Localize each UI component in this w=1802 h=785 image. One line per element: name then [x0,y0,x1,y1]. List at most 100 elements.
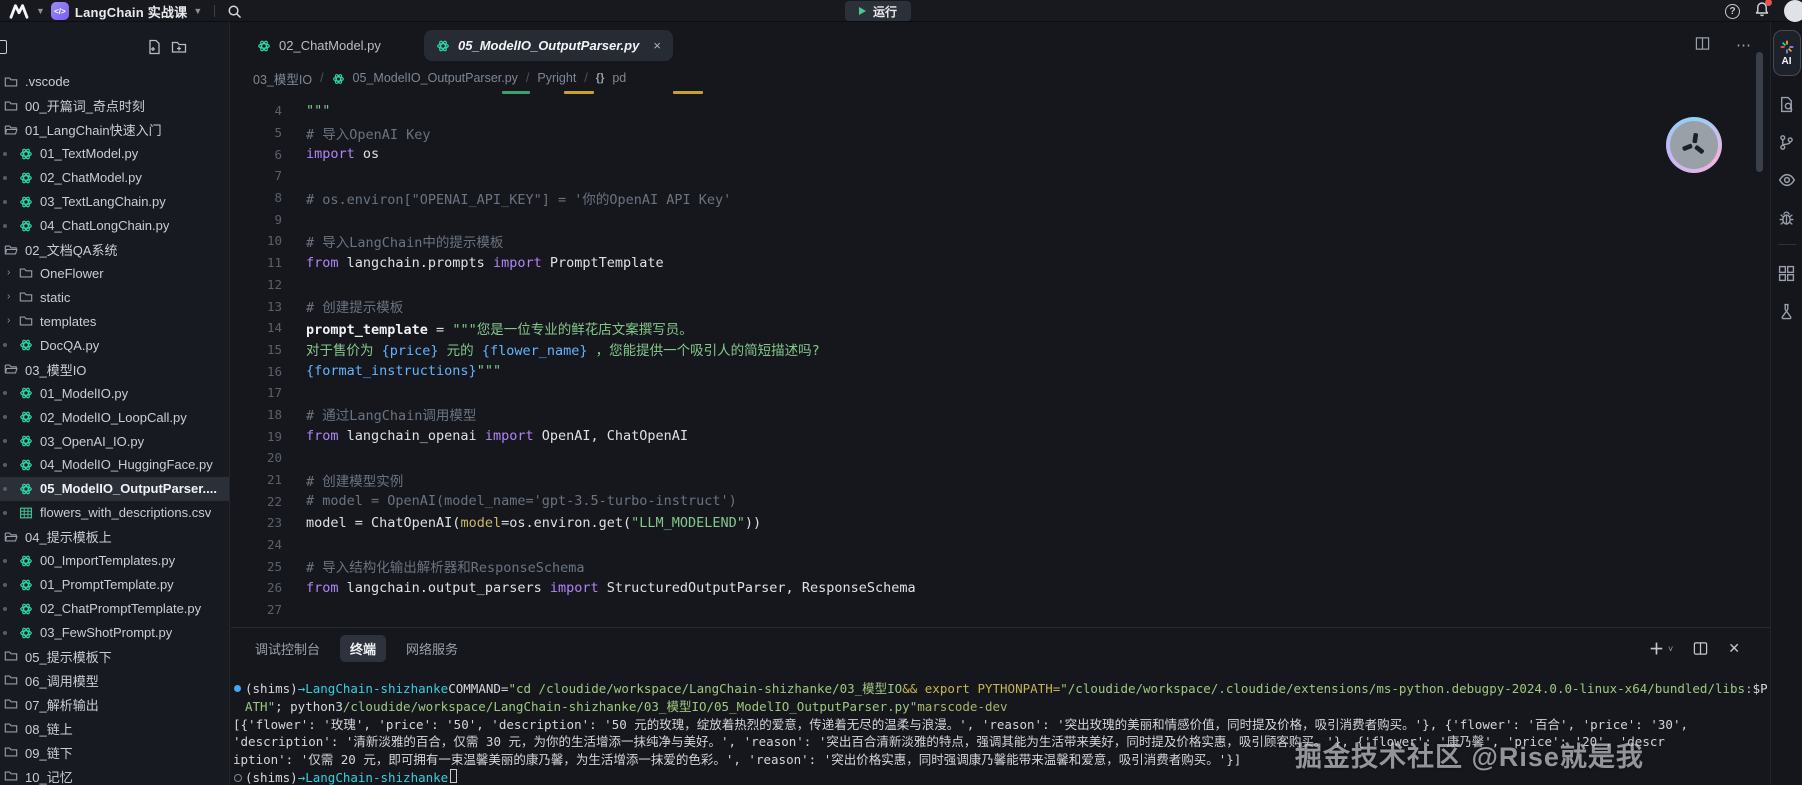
explorer-file[interactable]: 02_ChatModel.py [0,166,230,190]
split-panel-icon[interactable] [1693,641,1708,656]
chevron-right-icon[interactable]: › [7,268,10,278]
code-line[interactable]: 15对于售价为 {price} 元的 {flower_name} ，您能提供一个… [231,339,1770,361]
sidebar-item-extensions[interactable] [1777,263,1797,283]
code-viewport[interactable]: 4"""5# 导入OpenAI Key6import os78# os.envi… [231,88,1770,627]
editor-tab[interactable]: 02_ChatModel.py [245,30,393,61]
more-actions-icon[interactable]: ⋯ [1736,36,1752,54]
explorer-folder[interactable]: 04_提示模板上 [0,525,230,549]
run-button[interactable]: 运行 [845,1,911,21]
explorer-folder[interactable]: 01_LangChain快速入门 [0,118,230,142]
explorer-folder[interactable]: ›OneFlower [0,262,230,286]
explorer-folder[interactable]: ›static [0,285,230,309]
code-line[interactable]: 4""" [231,100,1770,122]
chevron-down-icon[interactable]: ▼ [193,6,202,16]
split-editor-icon[interactable] [1695,36,1710,51]
explorer-file[interactable]: 01_TextModel.py [0,142,230,166]
code-line[interactable]: 22# model = OpenAI(model_name='gpt-3.5-t… [231,490,1770,512]
explorer-folder[interactable]: 02_文档QA系统 [0,238,230,262]
code-line[interactable]: 11from langchain.prompts import PromptTe… [231,252,1770,274]
code-line[interactable]: 26from langchain.output_parsers import S… [231,577,1770,599]
explorer-file[interactable]: 04_ChatLongChain.py [0,214,230,238]
code-line[interactable]: 6import os [231,143,1770,165]
code-line[interactable]: 18# 通过LangChain调用模型 [231,404,1770,426]
sidebar-item-debug[interactable] [1777,208,1797,228]
explorer-file[interactable]: 02_ChatPromptTemplate.py [0,597,230,621]
code-line[interactable]: 8# os.environ["OPENAI_API_KEY"] = '你的Ope… [231,187,1770,209]
editor-tab[interactable]: 05_ModelIO_OutputParser.py× [424,30,673,61]
explorer-item-label: 01_TextModel.py [40,146,138,161]
avatar[interactable] [1784,0,1802,22]
code-line[interactable]: 13# 创建提示模板 [231,295,1770,317]
line-number: 27 [231,602,282,617]
sidebar-item-file-search[interactable] [1777,94,1797,114]
breadcrumb-item[interactable]: 03_模型IO [253,69,312,88]
sidebar-item-source-control[interactable] [1777,132,1797,152]
line-number: 12 [231,277,282,292]
explorer-file[interactable]: 01_PromptTemplate.py [0,573,230,597]
breadcrumb-item[interactable]: Pyright [537,71,576,85]
code-line[interactable]: 7 [231,165,1770,187]
workspace-badge-icon[interactable]: </> [51,2,69,20]
close-icon[interactable]: × [653,38,661,53]
search-icon[interactable] [227,4,242,19]
chevron-right-icon[interactable]: › [7,316,10,326]
explorer-folder[interactable]: 09_链下 [0,740,230,764]
editor-scrollbar[interactable] [1756,52,1763,172]
explorer-folder[interactable]: 07_解析输出 [0,692,230,716]
code-line[interactable]: 23model = ChatOpenAI(model=os.environ.ge… [231,512,1770,534]
explorer-folder[interactable]: .vscode [0,70,230,94]
terminal-tab[interactable]: 终端 [340,635,386,662]
code-line[interactable]: 24 [231,534,1770,556]
code-line[interactable]: 5# 导入OpenAI Key [231,122,1770,144]
code-line[interactable]: 17 [231,382,1770,404]
notifications-button[interactable] [1754,1,1770,22]
terminal-tab[interactable]: 调试控制台 [245,635,330,662]
chevron-right-icon[interactable]: › [7,292,10,302]
explorer-file[interactable]: 05_ModelIO_OutputParser.... [0,477,230,501]
new-folder-icon[interactable] [171,39,187,55]
explorer-folder[interactable]: 06_调用模型 [0,668,230,692]
explorer-file[interactable]: 04_ModelIO_HuggingFace.py [0,453,230,477]
explorer-folder[interactable]: 00_开篇词_奇点时刻 [0,94,230,118]
explorer-file[interactable]: DocQA.py [0,333,230,357]
close-panel-icon[interactable]: ✕ [1728,640,1740,657]
explorer-file[interactable]: 03_TextLangChain.py [0,190,230,214]
terminal-tab[interactable]: 网络服务 [396,635,468,662]
app-logo-icon[interactable] [8,3,30,19]
explorer-file[interactable]: 01_ModelIO.py [0,381,230,405]
sidebar-item-watch[interactable] [1777,170,1797,190]
new-terminal-icon[interactable]: ＋ [1649,638,1664,659]
code-line[interactable]: 10# 导入LangChain中的提示模板 [231,230,1770,252]
explorer-folder[interactable]: 10_记忆 [0,764,230,785]
explorer-file[interactable]: 02_ModelIO_LoopCall.py [0,405,230,429]
code-line[interactable]: 21# 创建模型实例 [231,469,1770,491]
code-line[interactable]: 19from langchain_openai import OpenAI, C… [231,425,1770,447]
explorer-folder[interactable]: ›templates [0,309,230,333]
workspace-title[interactable]: LangChain 实战课 [75,2,187,21]
code-line[interactable]: 12 [231,274,1770,296]
breadcrumb-item[interactable]: 05_ModelIO_OutputParser.py [353,71,518,85]
explorer-folder[interactable]: 08_链上 [0,716,230,740]
chevron-down-icon[interactable]: ▼ [36,6,45,16]
code-line[interactable]: 20 [231,447,1770,469]
explorer-folder[interactable]: 05_提示模板下 [0,645,230,669]
explorer-file[interactable]: 00_ImportTemplates.py [0,549,230,573]
code-line[interactable]: 16{format_instructions}""" [231,360,1770,382]
new-file-icon[interactable] [146,39,162,55]
sidebar-item-testing[interactable] [1777,301,1797,321]
ai-assistant-badge[interactable] [1666,117,1722,173]
code-line[interactable]: 25# 导入结构化输出解析器和ResponseSchema [231,555,1770,577]
code-line[interactable]: 9 [231,208,1770,230]
help-icon[interactable]: ? [1725,4,1740,19]
breadcrumb-item[interactable]: pd [612,71,626,85]
explorer-file[interactable]: 03_OpenAI_IO.py [0,429,230,453]
python-file-icon [19,219,33,233]
explorer-file[interactable]: flowers_with_descriptions.csv [0,501,230,525]
terminal-dropdown-icon[interactable]: ˅ [1668,644,1673,654]
code-line[interactable]: 27 [231,599,1770,621]
sidebar-item-ai-assistant[interactable]: AI [1773,30,1801,76]
explorer-folder[interactable]: 03_模型IO [0,357,230,381]
explorer-file[interactable]: 03_FewShotPrompt.py [0,621,230,645]
warning-underline-mark [564,91,594,94]
code-line[interactable]: 14prompt_template = """您是一位专业的鲜花店文案撰写员。 [231,317,1770,339]
